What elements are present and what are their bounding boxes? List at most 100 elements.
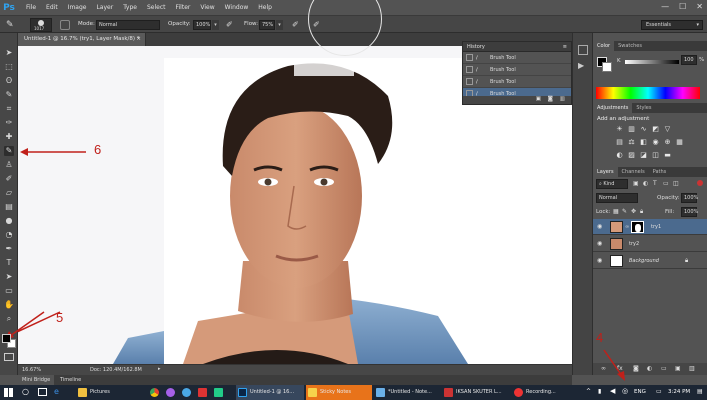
foreground-color-swatch[interactable] xyxy=(2,334,11,343)
airbrush-icon[interactable]: ✐ xyxy=(292,20,302,30)
hue-saturation-icon[interactable]: ▤ xyxy=(615,138,624,147)
status-menu-icon[interactable]: ▸ xyxy=(158,366,161,372)
pressure-opacity-icon[interactable]: ✐ xyxy=(226,20,236,30)
history-item[interactable]: ∕ Brush Tool xyxy=(463,64,571,76)
language-indicator[interactable]: ENG xyxy=(634,389,646,395)
shape-tool-icon[interactable]: ▭ xyxy=(4,286,14,296)
adjustment-layer-icon[interactable]: ◐ xyxy=(647,365,652,372)
color-lookup-icon[interactable]: ▦ xyxy=(675,138,684,147)
selective-color-icon[interactable]: ◫ xyxy=(651,151,660,160)
history-source-checkbox[interactable] xyxy=(466,54,473,61)
menu-file[interactable]: File xyxy=(26,4,36,11)
healing-tool-icon[interactable]: ✚ xyxy=(4,132,14,142)
panel-menu-icon[interactable]: ≡ xyxy=(563,42,567,52)
posterize-icon[interactable]: ▨ xyxy=(627,151,636,160)
globe-icon[interactable]: ◎ xyxy=(622,387,628,395)
lock-position-icon[interactable]: ✥ xyxy=(631,208,636,215)
menu-type[interactable]: Type xyxy=(123,4,137,11)
camera-icon[interactable]: ◙ xyxy=(548,96,553,102)
search-icon[interactable]: ○ xyxy=(22,387,29,396)
layers-opacity-input[interactable]: 100% xyxy=(681,193,698,203)
channel-mixer-icon[interactable]: ⊕ xyxy=(663,138,672,147)
clock-time[interactable]: 3:24 PM xyxy=(668,389,690,395)
history-item[interactable]: ∕ Brush Tool xyxy=(463,52,571,64)
app-icon[interactable] xyxy=(182,388,191,397)
curves-icon[interactable]: ∿ xyxy=(639,125,648,134)
fill-input[interactable]: 100% xyxy=(681,207,698,217)
clone-stamp-tool-icon[interactable]: ♙ xyxy=(4,160,14,170)
quick-mask-icon[interactable] xyxy=(4,353,14,361)
visibility-eye-icon[interactable]: ◉ xyxy=(597,223,602,230)
new-layer-icon[interactable]: ▣ xyxy=(675,365,681,372)
tab-color[interactable]: Color xyxy=(593,41,615,51)
mode-select[interactable]: Normal xyxy=(96,20,160,30)
flow-dropdown-icon[interactable]: ▾ xyxy=(276,20,283,30)
history-source-checkbox[interactable] xyxy=(466,78,473,85)
tray-chevron-icon[interactable]: ^ xyxy=(586,388,591,395)
visibility-eye-icon[interactable]: ◉ xyxy=(597,240,602,247)
eyedropper-tool-icon[interactable]: ✑ xyxy=(4,118,14,128)
menu-select[interactable]: Select xyxy=(147,4,166,11)
tab-adjustments[interactable]: Adjustments xyxy=(593,103,633,113)
marquee-tool-icon[interactable]: ⬚ xyxy=(4,62,14,72)
actions-panel-icon[interactable]: ▶ xyxy=(578,61,588,71)
add-mask-icon[interactable]: ◙ xyxy=(633,365,639,372)
tab-channels[interactable]: Channels xyxy=(618,167,649,177)
taskbar-item-photoshop[interactable]: Untitled-1 @ 16... xyxy=(236,385,304,400)
gradient-tool-icon[interactable]: ▤ xyxy=(4,202,14,212)
type-tool-icon[interactable]: T xyxy=(4,258,14,268)
app-icon[interactable] xyxy=(214,388,223,397)
move-tool-icon[interactable]: ➤ xyxy=(4,48,14,58)
history-source-checkbox[interactable] xyxy=(466,66,473,73)
exposure-icon[interactable]: ◩ xyxy=(651,125,660,134)
pen-tool-icon[interactable]: ✒ xyxy=(4,244,14,254)
opacity-input[interactable]: 100% xyxy=(193,20,211,30)
tab-mini-bridge[interactable]: Mini Bridge xyxy=(18,375,55,385)
k-slider[interactable] xyxy=(625,60,679,64)
tab-timeline[interactable]: Timeline xyxy=(56,375,85,385)
workspace-switcher[interactable]: Essentials ▾ xyxy=(641,20,703,30)
minimize-button[interactable]: — xyxy=(661,2,669,11)
history-panel-icon[interactable] xyxy=(578,45,588,55)
levels-icon[interactable]: ▥ xyxy=(627,125,636,134)
filter-pixel-icon[interactable]: ▣ xyxy=(633,180,639,187)
tab-paths[interactable]: Paths xyxy=(649,167,671,177)
zoom-level[interactable]: 16.67% xyxy=(22,367,41,373)
gradient-map-icon[interactable]: ▬ xyxy=(663,151,672,160)
brush-tool-icon[interactable]: ✎ xyxy=(4,146,14,156)
blur-tool-icon[interactable]: ● xyxy=(4,216,14,226)
chain-link-icon[interactable]: ∞ xyxy=(625,224,629,230)
filter-adjust-icon[interactable]: ◐ xyxy=(643,180,648,187)
layer-filter-select[interactable]: ⌕ Kind xyxy=(596,179,628,189)
lock-transparency-icon[interactable]: ▦ xyxy=(613,208,619,215)
taskbar-item-sticky-notes[interactable]: Sticky Notes xyxy=(306,385,372,400)
history-item[interactable]: ∕ Brush Tool xyxy=(463,76,571,88)
crop-tool-icon[interactable]: ⌗ xyxy=(4,104,14,114)
tab-layers[interactable]: Layers xyxy=(593,167,618,177)
filter-type-icon[interactable]: T xyxy=(653,180,657,187)
zoom-tool-icon[interactable]: ⌕ xyxy=(4,314,14,324)
lasso-tool-icon[interactable]: ʘ xyxy=(4,76,14,86)
menu-image[interactable]: Image xyxy=(68,4,87,11)
chrome-icon[interactable] xyxy=(150,388,159,397)
layer-mask-thumbnail[interactable] xyxy=(631,221,644,233)
black-white-icon[interactable]: ◧ xyxy=(639,138,648,147)
network-icon[interactable]: ▮ xyxy=(598,388,601,395)
document-tab[interactable]: Untitled-1 @ 16.7% (try1, Layer Mask/8) … xyxy=(18,33,146,46)
volume-icon[interactable]: ◀ xyxy=(610,387,615,395)
eraser-tool-icon[interactable]: ▱ xyxy=(4,188,14,198)
maximize-button[interactable]: ☐ xyxy=(679,2,686,11)
keyboard-icon[interactable]: ▭ xyxy=(656,388,662,395)
taskbar-item-pictures[interactable]: Pictures xyxy=(76,385,146,400)
dodge-tool-icon[interactable]: ◔ xyxy=(4,230,14,240)
document-tab-close[interactable]: × xyxy=(136,33,141,46)
threshold-icon[interactable]: ◪ xyxy=(639,151,648,160)
taskbar-item-recording[interactable]: Recording... xyxy=(512,385,578,400)
layer-row-try1[interactable]: ◉ ∞ try1 xyxy=(593,219,707,235)
link-layers-icon[interactable]: ∞ xyxy=(601,365,606,372)
filter-shape-icon[interactable]: ▭ xyxy=(663,180,669,187)
flow-input[interactable]: 75% xyxy=(259,20,275,30)
k-value-input[interactable]: 100 xyxy=(681,55,697,65)
menu-window[interactable]: Window xyxy=(225,4,249,11)
brush-preset-icon[interactable]: ✎ xyxy=(6,19,18,31)
